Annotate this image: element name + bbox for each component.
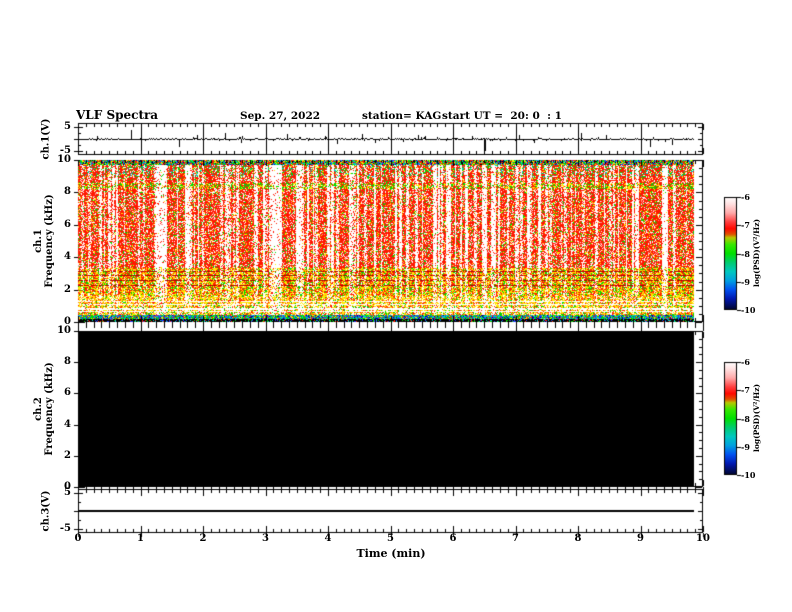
- x-tick-label: 4: [324, 533, 332, 544]
- station-label: station= KAG: [362, 110, 442, 122]
- colorbar-tick-label: -10: [741, 470, 756, 480]
- x-tick-label: 1: [137, 533, 144, 544]
- ch1-label-line1: ch.1: [33, 229, 44, 253]
- x-tick-label: 5: [387, 533, 394, 544]
- ch2-label-line1: ch.2: [33, 397, 44, 421]
- x-tick-label: 0: [74, 533, 82, 544]
- colorbar-tick-label: -10: [741, 305, 756, 315]
- y-tick-label: 5: [64, 121, 71, 132]
- date-label: Sep. 27, 2022: [240, 110, 321, 122]
- x-tick-label: 6: [449, 533, 457, 544]
- x-tick-label: 9: [637, 533, 644, 544]
- ch2-frequency-axis-label: ch.2 Frequency (kHz): [33, 362, 55, 455]
- colorbar1-axis-label: log(PSD)(V²/Hz): [752, 218, 761, 288]
- ch1-frequency-axis-label: ch.1 Frequency (kHz): [33, 194, 55, 287]
- page-title: VLF Spectra: [76, 108, 159, 122]
- x-tick-label: 3: [262, 533, 269, 544]
- ch3-voltage-axis-label: ch.3(V): [40, 490, 52, 532]
- y-tick-label: 10: [57, 325, 71, 336]
- start-ut-label: start UT = 20: 0 : 1: [442, 110, 562, 122]
- x-tick-label: 8: [574, 533, 582, 544]
- y-tick-label: -5: [59, 523, 71, 534]
- y-tick-label: 4: [64, 418, 71, 430]
- y-tick-label: 2: [64, 449, 71, 461]
- ch2-label-line2: Frequency (kHz): [44, 362, 55, 456]
- figure-canvas: [0, 0, 792, 612]
- ch1-label-line2: Frequency (kHz): [44, 194, 55, 288]
- colorbar-tick-label: -8: [741, 413, 750, 424]
- y-tick-label: 8: [64, 186, 71, 198]
- colorbar-tick-label: -9: [741, 276, 750, 287]
- ch1-voltage-axis-label: ch.1(V): [40, 118, 52, 160]
- colorbar-tick-label: -6: [741, 192, 750, 202]
- y-tick-label: 4: [64, 251, 71, 263]
- y-tick-label: 6: [64, 218, 71, 230]
- x-tick-label: 7: [512, 533, 519, 544]
- y-tick-label: 2: [64, 283, 71, 295]
- y-tick-label: 10: [57, 154, 71, 165]
- y-tick-label: -5: [59, 145, 71, 156]
- x-tick-label: 2: [199, 533, 207, 544]
- colorbar-tick-label: -7: [741, 220, 750, 231]
- y-tick-label: 8: [64, 356, 71, 368]
- colorbar-tick-label: -9: [741, 441, 750, 452]
- colorbar-tick-label: -6: [741, 357, 750, 367]
- x-tick-label: 10: [696, 533, 710, 544]
- y-tick-label: 5: [64, 487, 71, 498]
- colorbar2-axis-label: log(PSD)(V²/Hz): [752, 383, 761, 453]
- time-axis-label: Time (min): [356, 547, 426, 560]
- y-tick-label: 6: [64, 387, 71, 399]
- vlf-spectra-figure: VLF Spectra Sep. 27, 2022 station= KAG s…: [0, 0, 792, 612]
- colorbar-tick-label: -8: [741, 248, 750, 259]
- colorbar-tick-label: -7: [741, 385, 750, 396]
